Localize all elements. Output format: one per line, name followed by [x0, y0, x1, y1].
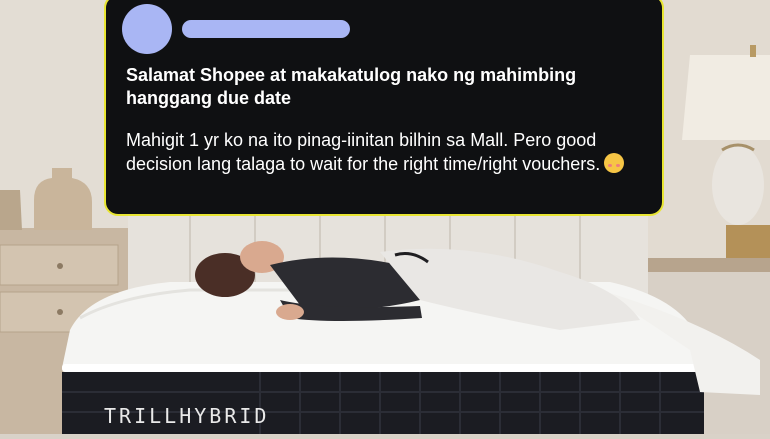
review-card: Salamat Shopee at makakatulog nako ng ma…: [104, 0, 664, 216]
review-body-text: Mahigit 1 yr ko na ito pinag-iinitan bil…: [126, 130, 601, 174]
review-body: Mahigit 1 yr ko na ito pinag-iinitan bil…: [126, 128, 654, 176]
mattress-brand-label: TRILLHYBRID: [104, 404, 270, 428]
username-placeholder: [182, 20, 350, 38]
smiling-face-with-hearts-icon: [604, 153, 625, 173]
review-headline: Salamat Shopee at makakatulog nako ng ma…: [126, 65, 577, 108]
avatar: [122, 4, 172, 54]
